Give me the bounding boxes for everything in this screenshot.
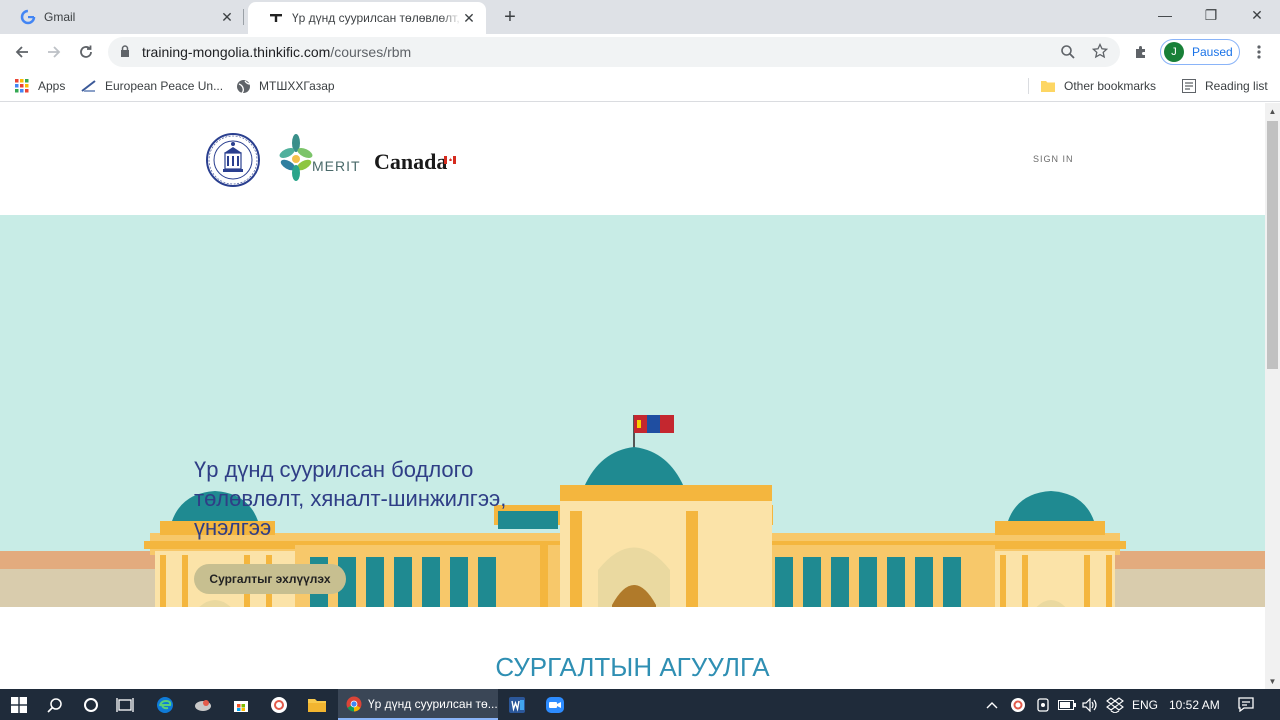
new-tab-button[interactable]: + — [498, 5, 522, 29]
close-tab-icon[interactable]: ✕ — [218, 8, 236, 26]
web-page: MERIT Canada SIGN IN Үр дүнд суурилсан б… — [0, 103, 1265, 689]
bookmarks-bar: Apps European Peace Un... МТШХХГазар Oth… — [0, 70, 1280, 102]
cortana-icon[interactable] — [78, 689, 104, 720]
zoom-search-icon[interactable] — [1060, 44, 1076, 65]
bookmark-mtshkh[interactable]: МТШХХГазар — [235, 70, 335, 102]
government-palace-illustration — [0, 415, 1265, 607]
taskbar-item-label: Үр дүнд суурилсан тө... — [368, 696, 498, 711]
profile-status: Paused — [1192, 45, 1233, 59]
profile-button[interactable]: J Paused — [1160, 39, 1240, 65]
window-close-button[interactable]: ✕ — [1234, 0, 1280, 30]
avatar: J — [1164, 42, 1184, 62]
apps-grid-icon — [14, 78, 30, 94]
address-bar[interactable]: training-mongolia.thinkific.com/courses/… — [108, 37, 1120, 67]
show-hidden-icons-chevron-icon[interactable] — [986, 689, 998, 720]
tab-course[interactable]: Үр дүнд суурилсан төлөвлөлт, х ✕ — [248, 2, 486, 34]
task-view-icon[interactable] — [112, 689, 138, 720]
language-indicator[interactable]: ENG — [1132, 689, 1158, 720]
canada-wordmark: Canada — [374, 149, 448, 174]
lock-icon — [120, 44, 134, 60]
bookmark-site-icon — [81, 78, 97, 94]
merit-logo-text: MERIT — [312, 158, 361, 174]
bookmark-label: European Peace Un... — [105, 79, 224, 93]
file-explorer-icon[interactable] — [304, 689, 330, 720]
star-bookmark-icon[interactable] — [1091, 42, 1109, 64]
chrome-taskbar-item[interactable]: Үр дүнд суурилсан тө... — [338, 689, 498, 720]
browser-toolbar: training-mongolia.thinkific.com/courses/… — [0, 34, 1280, 70]
bookmarks-divider — [1028, 78, 1029, 94]
site-header: MERIT Canada SIGN IN — [0, 103, 1265, 215]
reading-list[interactable]: Reading list — [1181, 70, 1268, 102]
hero-title: Үр дүнд суурилсан бодлого төлөвлөлт, хян… — [194, 457, 507, 540]
scroll-down-icon[interactable]: ▼ — [1265, 673, 1280, 689]
reading-list-icon — [1181, 78, 1197, 94]
windows-start-icon[interactable] — [6, 689, 32, 720]
battery-icon[interactable] — [1058, 689, 1076, 720]
forward-arrow-icon[interactable] — [40, 38, 68, 66]
tray-app-icon[interactable] — [1010, 689, 1026, 720]
url-host: training-mongolia.thinkific.com — [142, 44, 331, 60]
thinkific-icon — [268, 10, 284, 26]
minimize-button[interactable]: — — [1142, 0, 1188, 30]
chrome-icon — [346, 696, 362, 712]
course-content-heading: СУРГАЛТЫН АГУУЛГА — [495, 652, 770, 682]
bookmark-label: Reading list — [1205, 79, 1268, 93]
recorder-app-icon[interactable] — [266, 689, 292, 720]
scroll-thumb[interactable] — [1267, 121, 1278, 369]
tab-strip: Gmail ✕ Үр дүнд суурилсан төлөвлөлт, х ✕… — [0, 0, 1280, 34]
sign-in-link[interactable]: SIGN IN — [1033, 154, 1074, 164]
other-bookmarks[interactable]: Other bookmarks — [1040, 70, 1156, 102]
zoom-icon[interactable] — [542, 689, 568, 720]
meet-now-icon[interactable] — [1036, 689, 1050, 720]
folder-icon — [1040, 78, 1056, 94]
url-path: /courses/rbm — [330, 44, 412, 60]
search-icon[interactable] — [42, 689, 68, 720]
close-tab-icon[interactable]: ✕ — [460, 9, 478, 27]
extensions-puzzle-icon[interactable] — [1127, 38, 1155, 66]
bookmark-label: Apps — [38, 79, 66, 93]
volume-icon[interactable] — [1082, 689, 1098, 720]
scroll-up-icon[interactable]: ▲ — [1265, 103, 1280, 119]
page-scrollbar[interactable]: ▲ ▼ — [1265, 103, 1280, 689]
merit-flower-logo-icon[interactable] — [278, 133, 314, 188]
bookmark-label: МТШХХГазар — [259, 79, 335, 93]
windows-taskbar: Үр дүнд суурилсан тө... ENG 10:52 AM — [0, 689, 1280, 720]
notifications-icon[interactable] — [1238, 689, 1254, 720]
clock[interactable]: 10:52 AM — [1169, 689, 1220, 720]
parliament-seal-logo[interactable] — [205, 131, 261, 194]
browser-menu-icon[interactable] — [1245, 38, 1273, 66]
tab-gmail[interactable]: Gmail ✕ — [0, 0, 244, 34]
bookmark-label: Other bookmarks — [1064, 79, 1157, 93]
word-icon[interactable] — [504, 689, 530, 720]
edge-icon[interactable] — [152, 689, 178, 720]
reload-icon[interactable] — [72, 38, 100, 66]
tab-title: Gmail — [44, 10, 76, 24]
hero-banner: Үр дүнд суурилсан бодлого төлөвлөлт, хян… — [0, 215, 1265, 607]
bookmark-apps[interactable]: Apps — [14, 70, 65, 102]
canada-flag-icon — [444, 151, 456, 169]
globe-icon — [235, 78, 251, 94]
bookmark-european-peace[interactable]: European Peace Un... — [81, 70, 223, 102]
back-arrow-icon[interactable] — [8, 38, 36, 66]
app-icon[interactable] — [190, 689, 216, 720]
google-g-icon — [20, 9, 36, 25]
store-bag-icon[interactable] — [228, 689, 254, 720]
tab-title: Үр дүнд суурилсан төлөвлөлт, х — [292, 11, 460, 25]
restore-button[interactable]: ❐ — [1188, 0, 1234, 30]
start-course-button[interactable]: Сургалтыг эхлүүлэх — [194, 564, 346, 594]
dropbox-icon[interactable] — [1106, 689, 1124, 720]
